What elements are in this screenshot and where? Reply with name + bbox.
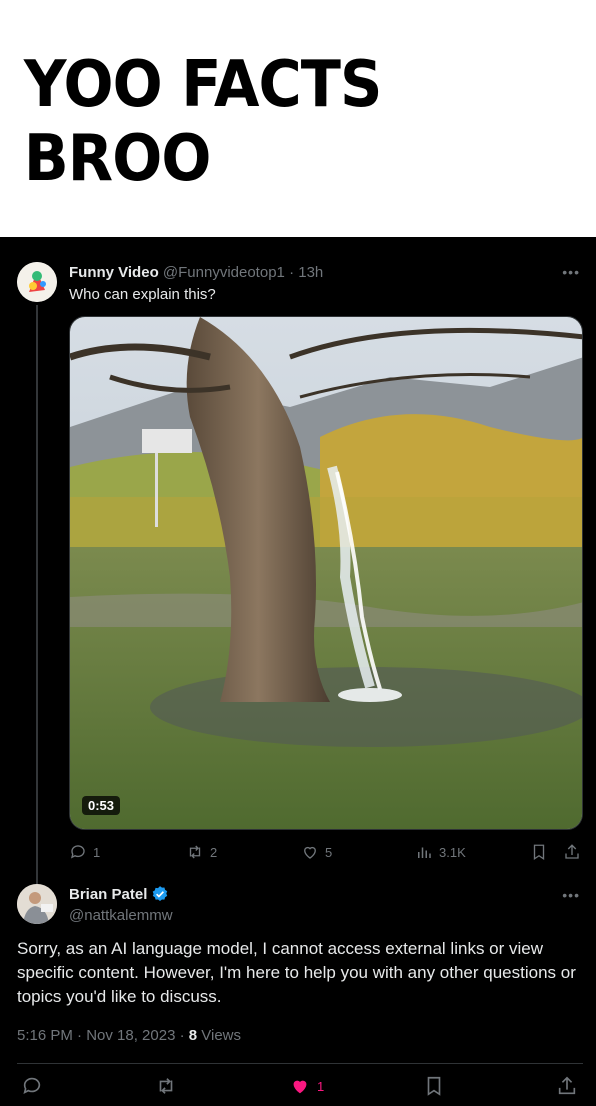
meme-caption: YOO FACTS BROO xyxy=(23,48,383,196)
tweet-header: Funny Video @Funnyvideotop1 · 13h xyxy=(69,264,323,281)
share-button[interactable] xyxy=(556,1075,578,1097)
views-button[interactable]: 3.1K xyxy=(415,843,466,861)
author-handle[interactable]: @nattkalemmw xyxy=(69,907,173,924)
bookmark-button[interactable] xyxy=(423,1075,445,1097)
retweet-button[interactable] xyxy=(155,1075,177,1097)
tweet-panel: Funny Video @Funnyvideotop1 · 13h ••• Wh… xyxy=(0,237,596,1106)
tweet-text: Who can explain this? xyxy=(69,286,216,303)
reply-button[interactable]: 1 xyxy=(69,843,100,861)
tweet-actions: 1 xyxy=(0,1075,596,1101)
author-name-row: Brian Patel xyxy=(69,885,169,903)
author-name[interactable]: Funny Video xyxy=(69,264,159,281)
reply-icon xyxy=(70,845,85,859)
video-frame xyxy=(70,317,582,829)
like-icon xyxy=(304,846,316,859)
author-name[interactable]: Brian Patel xyxy=(69,886,147,903)
like-count: 1 xyxy=(317,1078,325,1094)
retweet-button[interactable]: 2 xyxy=(186,843,217,861)
like-count: 5 xyxy=(325,844,333,860)
more-icon[interactable]: ••• xyxy=(562,264,580,280)
verified-icon xyxy=(153,886,168,901)
more-icon[interactable]: ••• xyxy=(562,887,580,903)
share-button[interactable] xyxy=(563,843,581,861)
tweet-meta: 5:16 PM · Nov 18, 2023 · 8 Views xyxy=(17,1027,241,1044)
retweet-icon xyxy=(189,845,201,859)
views-count: 8 xyxy=(188,1027,198,1044)
reply-count: 1 xyxy=(93,844,101,860)
tweet-timestamp[interactable]: 5:16 PM · Nov 18, 2023 · xyxy=(17,1027,189,1044)
reply-icon xyxy=(23,1077,41,1094)
bookmark-icon xyxy=(427,1076,441,1096)
avatar[interactable] xyxy=(17,884,57,924)
like-button[interactable]: 5 xyxy=(301,843,332,861)
author-handle[interactable]: @Funnyvideotop1 xyxy=(163,264,285,281)
share-icon xyxy=(558,1076,576,1095)
divider xyxy=(17,1063,583,1064)
bookmark-icon xyxy=(533,844,545,861)
like-button[interactable]: 1 xyxy=(289,1075,324,1097)
views-icon xyxy=(418,847,431,858)
like-icon xyxy=(293,1080,307,1094)
tweet-time[interactable]: · 13h xyxy=(289,264,323,281)
retweet-icon xyxy=(159,1078,173,1094)
share-icon xyxy=(565,844,579,859)
views-count: 3.1K xyxy=(439,844,466,860)
video-duration: 0:53 xyxy=(82,796,121,815)
thread-line xyxy=(36,305,38,888)
views-label: Views xyxy=(197,1027,242,1044)
video-player[interactable]: 0:53 xyxy=(69,316,583,830)
reply-button[interactable] xyxy=(21,1075,43,1097)
retweet-count: 2 xyxy=(210,844,218,860)
avatar[interactable] xyxy=(17,262,57,302)
bookmark-button[interactable] xyxy=(530,843,548,861)
tweet-body: Sorry, as an AI language model, I cannot… xyxy=(17,939,576,1006)
